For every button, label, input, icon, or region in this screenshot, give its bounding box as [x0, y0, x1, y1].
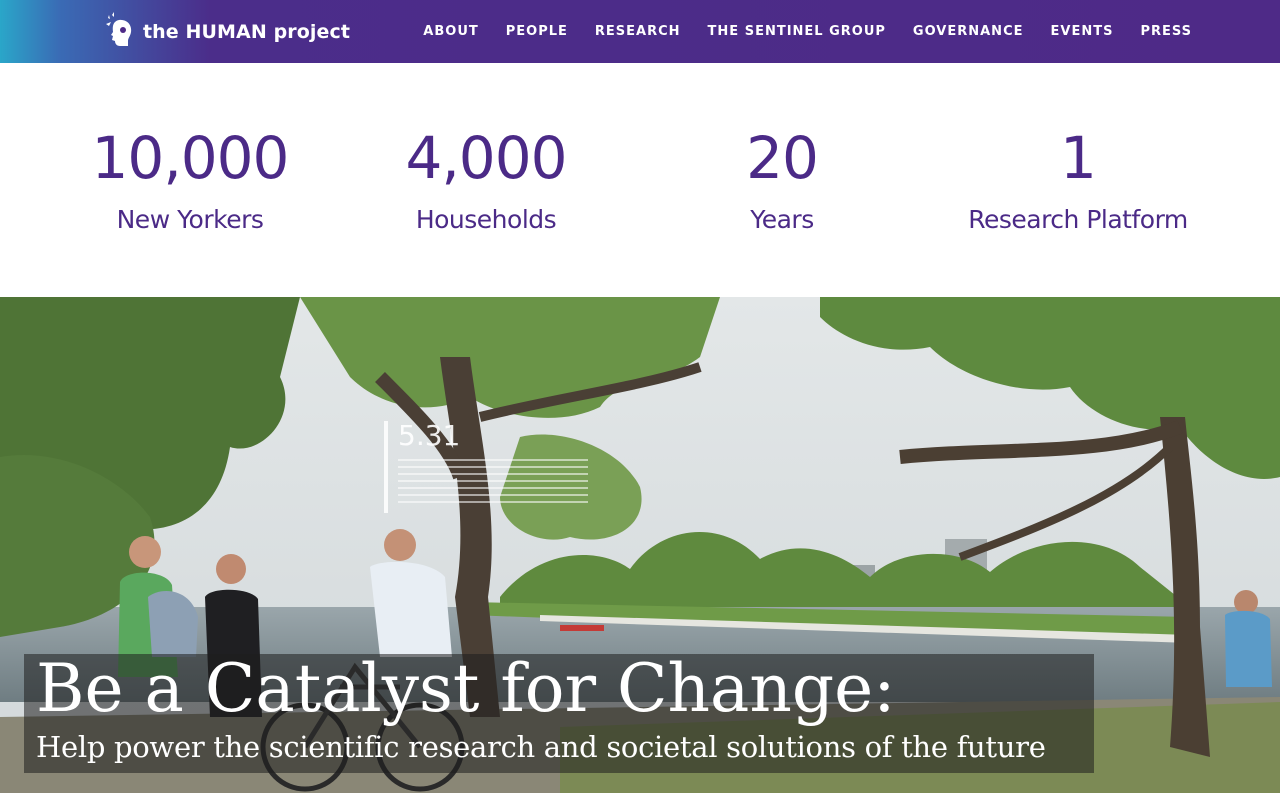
- human-head-logo-icon: [106, 12, 132, 46]
- stat-value: 20: [746, 124, 819, 192]
- hero-caption: Be a Catalyst for Change: Help power the…: [24, 654, 1094, 773]
- stat-label: Households: [415, 205, 557, 234]
- site-logo[interactable]: the HUMAN project: [103, 12, 350, 52]
- nav-events[interactable]: EVENTS: [1051, 24, 1114, 39]
- stat-value: 4,000: [405, 124, 567, 192]
- stat-label: New Yorkers: [116, 205, 264, 234]
- nav-research[interactable]: RESEARCH: [595, 24, 681, 39]
- stat-value: 10,000: [91, 124, 290, 192]
- hud-number: 5.31: [398, 419, 461, 452]
- stats-section: 10,000 New Yorkers 4,000 Households 20 Y…: [0, 63, 1280, 297]
- nav-sentinel-group[interactable]: THE SENTINEL GROUP: [708, 24, 886, 39]
- hero-subtitle: Help power the scientific research and s…: [36, 730, 1046, 764]
- nav-governance[interactable]: GOVERNANCE: [913, 24, 1024, 39]
- hud-text-lines: [398, 459, 588, 505]
- hud-bar: [384, 421, 388, 513]
- nav-people[interactable]: PEOPLE: [506, 24, 568, 39]
- hero-title: Be a Catalyst for Change:: [36, 650, 896, 727]
- stat-label: Years: [750, 205, 814, 234]
- site-header: the HUMAN project ABOUT PEOPLE RESEARCH …: [0, 0, 1280, 63]
- logo-text: the HUMAN project: [143, 21, 351, 43]
- main-nav: ABOUT PEOPLE RESEARCH THE SENTINEL GROUP…: [396, 0, 1192, 63]
- nav-about[interactable]: ABOUT: [423, 24, 478, 39]
- hero-banner: 5.31 Be a Catalyst for Change: Help powe…: [0, 297, 1280, 793]
- hud-overlay: 5.31: [384, 419, 604, 515]
- stat-value: 1: [1060, 124, 1097, 192]
- stat-label: Research Platform: [968, 205, 1188, 234]
- nav-press[interactable]: PRESS: [1140, 24, 1192, 39]
